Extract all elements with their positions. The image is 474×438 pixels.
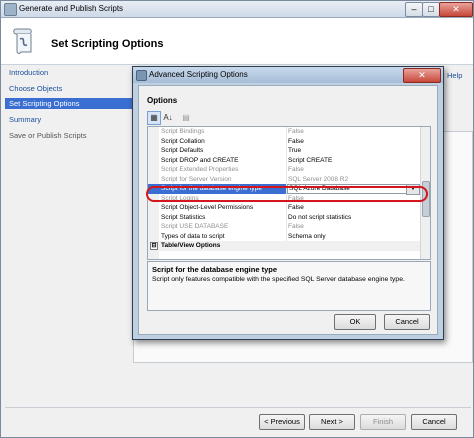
alphabetical-sort-icon[interactable]: A↓	[161, 111, 175, 125]
advanced-scripting-options-dialog: Advanced Scripting Options ✕ Options ▦ A…	[132, 66, 444, 340]
dialog-close-button[interactable]: ✕	[403, 68, 441, 83]
property-name: Script Defaults	[161, 146, 287, 156]
property-pages-icon[interactable]: ▤	[179, 111, 193, 125]
property-value: False	[288, 204, 304, 211]
property-value: False	[288, 166, 304, 173]
categorized-view-icon[interactable]: ▦	[147, 111, 161, 125]
property-name: Script Object-Level Permissions	[161, 203, 287, 213]
property-grid-toolbar: ▦ A↓ ▤	[147, 111, 429, 125]
property-name: Script Extended Properties	[161, 165, 287, 175]
maximize-button[interactable]: □	[422, 2, 440, 17]
property-value: False	[288, 223, 304, 230]
dialog-icon	[136, 70, 147, 81]
title-bar: Generate and Publish Scripts – □ ✕	[1, 1, 473, 18]
options-label: Options	[147, 96, 178, 105]
property-row[interactable]: Script for Server Version SQL Server 200…	[148, 174, 420, 184]
property-row[interactable]: Script Extended Properties False	[148, 165, 420, 175]
page-title: Set Scripting Options	[51, 38, 164, 50]
scroll-icon	[13, 28, 32, 54]
dialog-body: Options ▦ A↓ ▤ Script Bindings False Scr…	[138, 85, 438, 335]
app-icon	[4, 3, 17, 16]
property-value: Do not script statistics	[288, 213, 352, 221]
description-panel: Script for the database engine type Scri…	[147, 261, 431, 311]
property-name: Script for Server Version	[161, 174, 287, 184]
property-value: True	[288, 147, 302, 154]
property-row[interactable]: Script Object-Level Permissions False	[148, 203, 420, 213]
red-highlight-outline	[146, 186, 428, 202]
nav-item-save-or-publish[interactable]: Save or Publish Scripts	[5, 130, 132, 141]
property-row[interactable]: Script Statistics Do not script statisti…	[148, 212, 420, 222]
ok-button[interactable]: OK	[334, 314, 376, 330]
property-row[interactable]: Script Defaults True	[148, 146, 420, 156]
property-name: Script USE DATABASE	[161, 222, 287, 232]
description-title: Script for the database engine type	[152, 265, 278, 274]
category-row[interactable]: ⊟ Table/View Options	[148, 241, 420, 251]
collapse-icon[interactable]: ⊟	[150, 242, 158, 250]
property-value: False	[288, 128, 304, 135]
dialog-title: Advanced Scripting Options	[149, 70, 248, 79]
property-value: False	[288, 137, 304, 145]
cancel-button[interactable]: Cancel	[384, 314, 430, 330]
property-value: Script CREATE	[288, 156, 333, 164]
property-name: Script Collation	[161, 136, 287, 146]
nav-item-summary[interactable]: Summary	[5, 114, 132, 125]
finish-button[interactable]: Finish	[360, 414, 406, 430]
property-row[interactable]: Script DROP and CREATE Script CREATE	[148, 155, 420, 165]
minimize-button[interactable]: –	[405, 2, 423, 17]
property-row[interactable]: Script USE DATABASE False	[148, 222, 420, 232]
window-title: Generate and Publish Scripts	[19, 4, 124, 13]
category-label: Table/View Options	[161, 242, 221, 249]
nav-item-choose-objects[interactable]: Choose Objects	[5, 83, 132, 94]
nav-item-set-scripting-options[interactable]: Set Scripting Options	[5, 98, 132, 109]
previous-button[interactable]: < Previous	[259, 414, 305, 430]
property-row[interactable]: Script Bindings False	[148, 127, 420, 137]
property-name: Script Bindings	[161, 127, 287, 137]
close-button[interactable]: ✕	[439, 2, 473, 17]
property-value: Schema only	[288, 232, 326, 240]
property-value: SQL Server 2008 R2	[288, 175, 349, 183]
divider	[5, 407, 471, 408]
property-name: Script Statistics	[161, 212, 287, 222]
nav-item-introduction[interactable]: Introduction	[5, 67, 132, 78]
wizard-header: Set Scripting Options	[1, 18, 473, 65]
description-text: Script only features compatible with the…	[152, 276, 405, 283]
property-row[interactable]: Types of data to script Schema only	[148, 231, 420, 241]
wizard-cancel-button[interactable]: Cancel	[411, 414, 457, 430]
property-name: Types of data to script	[161, 231, 287, 241]
dialog-title-bar: Advanced Scripting Options ✕	[133, 67, 443, 83]
help-link[interactable]: Help	[447, 71, 462, 80]
next-button[interactable]: Next >	[309, 414, 355, 430]
property-row[interactable]: Script Collation False	[148, 136, 420, 146]
property-name: Script DROP and CREATE	[161, 155, 287, 165]
